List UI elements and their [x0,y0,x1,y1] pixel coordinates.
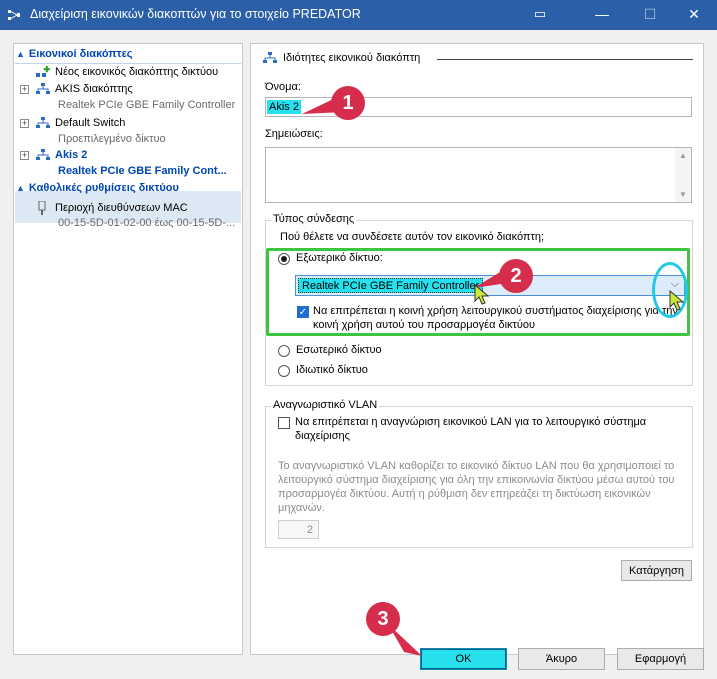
minimize-button[interactable]: — [579,0,625,30]
maximize-button[interactable]: ☐ [627,0,673,30]
tree-item-akis-switch[interactable]: AKIS διακόπτης [55,83,133,95]
vlan-enable-line1: Να επιτρέπεται η αναγνώριση εικονικού LA… [295,416,647,428]
adapter-dropdown-value: Realtek PCIe GBE Family Controller [298,278,484,293]
expand-icon[interactable]: + [20,85,29,94]
scroll-up-icon[interactable]: ▲ [679,151,687,160]
section-label: Εικονικοί διακόπτες [28,48,133,60]
tree-item-akis-switch-adapter: Realtek PCIe GBE Family Controller [58,99,236,111]
scroll-down-icon[interactable]: ▼ [679,190,687,199]
close-button[interactable]: ✕ [671,0,717,30]
network-switch-icon [36,149,50,160]
marker-1: 1 [331,86,365,120]
network-port-icon [38,201,46,215]
name-label: Όνομα: [265,81,301,93]
add-switch-icon [36,66,50,77]
vlan-id-input[interactable]: 2 [278,520,319,539]
vlan-enable-line2: διαχείρισης [295,430,350,442]
tree-item-default-switch-desc: Προεπιλεγμένο δίκτυο [58,133,166,145]
collapse-icon: ▲ [16,183,25,193]
network-switch-icon [263,52,277,63]
notes-textarea[interactable]: ▲ ▼ [265,147,692,203]
ok-button[interactable]: OK [420,648,507,670]
app-switch-icon [8,10,20,20]
snap-layout-icon[interactable]: ▭ [517,0,563,30]
expand-icon[interactable]: + [20,119,29,128]
header-rule [437,59,693,60]
marker-3: 3 [366,602,400,636]
marker-2: 2 [499,259,533,293]
title-bar[interactable]: Διαχείριση εικονικών διακοπτών για το στ… [0,0,717,30]
tree-section-global-settings[interactable]: ▲ Καθολικές ρυθμίσεις δικτύου [16,182,240,198]
divider [15,63,241,64]
tree-section-virtual-switches[interactable]: ▲ Εικονικοί διακόπτες [16,48,240,64]
section-label: Καθολικές ρυθμίσεις δικτύου [28,182,179,194]
remove-button[interactable]: Κατάργηση [621,560,692,581]
switch-tree[interactable]: ▲ Εικονικοί διακόπτες Νέος εικονικός διακ… [13,43,243,655]
mouse-cursor-icon [669,290,685,311]
external-network-label: Εξωτερικό δίκτυο: [296,252,383,264]
panel-header: Ιδιότητες εικονικού διακόπτη [283,52,421,64]
internal-network-label: Εσωτερικό δίκτυο [296,344,382,356]
external-network-radio[interactable] [278,253,290,265]
cancel-button[interactable]: Άκυρο [518,648,605,670]
expand-icon[interactable]: + [20,151,29,160]
allow-management-share-checkbox[interactable]: ✓ [297,306,309,318]
vlan-group-title: Αναγνωριστικό VLAN [271,399,380,411]
tree-item-mac-range[interactable]: Περιοχή διευθύνσεων MAC [55,202,188,214]
mouse-cursor-icon [474,284,490,305]
network-switch-icon [36,83,50,94]
collapse-icon: ▲ [16,49,25,59]
vlan-desc-line: λειτουργικό σύστημα διαχείρισης για όλη … [278,474,675,486]
private-network-radio[interactable] [278,365,290,377]
internal-network-radio[interactable] [278,345,290,357]
tree-item-default-switch[interactable]: Default Switch [55,117,125,129]
allow-management-share-line1: Να επιτρέπεται η κοινή χρήση λειτουργικο… [313,305,678,317]
tree-item-akis2-adapter: Realtek PCIe GBE Family Cont... [58,165,227,177]
notes-scrollbar[interactable]: ▲ ▼ [675,148,691,202]
window-title: Διαχείριση εικονικών διακοπτών για το στ… [30,7,361,21]
properties-panel: Ιδιότητες εικονικού διακόπτη Όνομα: Akis… [250,43,704,655]
vlan-desc-line: Το αναγνωριστικό VLAN καθορίζει το εικον… [278,460,675,472]
tree-item-akis2[interactable]: Akis 2 [55,149,87,161]
private-network-label: Ιδιωτικό δίκτυο [296,364,368,376]
apply-button[interactable]: Εφαρμογή [617,648,704,670]
vlan-id-value: 2 [306,524,313,536]
connection-question: Πού θέλετε να συνδέσετε αυτόν τον εικονι… [280,231,545,243]
allow-management-share-line2: κοινή χρήση αυτού του προσαρμογέα δικτύο… [313,319,536,331]
network-switch-icon [36,117,50,128]
name-input-value: Akis 2 [267,100,301,114]
vlan-desc-line: προσαρμογέα δικτύου. Αυτή η ρύθμιση δεν … [278,488,651,500]
connection-type-title: Τύπος σύνδεσης [271,213,357,225]
vlan-desc-line: μηχανών. [278,502,325,514]
tree-item-mac-range-value: 00-15-5D-01-02-00 έως 00-15-5D-... [58,217,236,229]
notes-label: Σημειώσεις: [265,128,323,140]
tree-item-new-switch[interactable]: Νέος εικονικός διακόπτης δικτύου [55,66,218,78]
vlan-enable-checkbox[interactable] [278,417,290,429]
